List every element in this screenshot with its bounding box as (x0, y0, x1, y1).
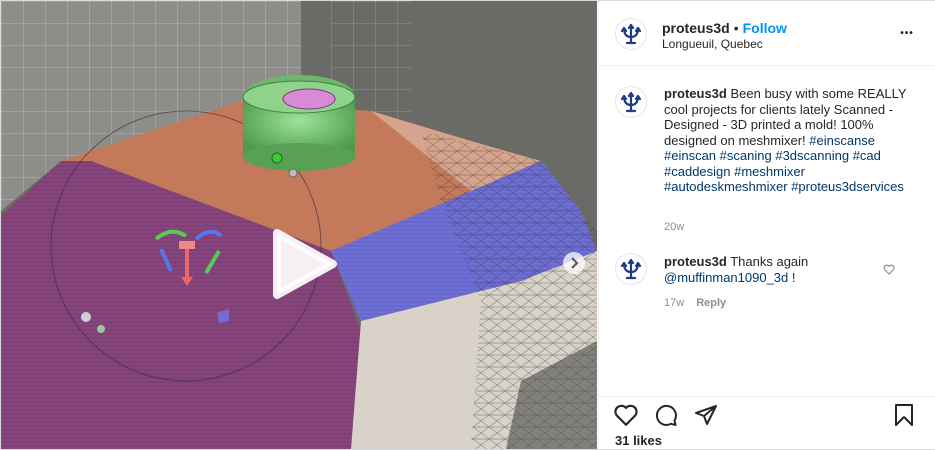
meshmixer-scene-image (1, 1, 597, 449)
hashtag[interactable]: #scaning (720, 148, 772, 163)
bookmark-icon (895, 404, 913, 426)
trident-logo-icon (620, 258, 642, 280)
like-count[interactable]: 31 likes (615, 433, 662, 448)
hashtag[interactable]: #einscan (664, 148, 716, 163)
avatar[interactable] (615, 253, 647, 285)
heart-icon (614, 404, 638, 426)
location-link[interactable]: Longueuil, Quebec (662, 37, 763, 51)
more-options-button[interactable]: ••• (897, 23, 917, 43)
save-button[interactable] (892, 403, 916, 432)
hashtag[interactable]: #3dscanning (775, 148, 849, 163)
post-media-video[interactable] (1, 1, 597, 449)
chevron-right-icon (571, 257, 579, 269)
like-button[interactable] (613, 403, 639, 432)
caption-text: proteus3d Been busy with some REALLY coo… (664, 86, 909, 195)
hashtag[interactable]: #einscanse (809, 133, 875, 148)
caption-timestamp[interactable]: 20w (664, 221, 684, 233)
next-media-button[interactable] (563, 252, 585, 274)
reply-button[interactable]: Reply (696, 297, 726, 309)
caption-username[interactable]: proteus3d (664, 86, 727, 101)
comment-username[interactable]: proteus3d (664, 254, 727, 269)
header-title: proteus3d • Follow (662, 20, 787, 36)
avatar[interactable] (615, 86, 647, 118)
trident-logo-icon (620, 23, 642, 45)
comment-meta: 17w Reply (664, 297, 726, 309)
more-dots-icon: ••• (900, 27, 914, 39)
comment-button[interactable] (653, 403, 679, 432)
hashtag[interactable]: #proteus3dservices (791, 179, 904, 194)
comment-text: proteus3d Thanks again @muffinman1090_3d… (664, 254, 869, 285)
comment-bubble-icon (655, 404, 677, 426)
hashtag[interactable]: #autodeskmeshmixer (664, 179, 788, 194)
comment-mention[interactable]: @muffinman1090_3d (664, 270, 788, 285)
heart-icon (883, 264, 895, 275)
post-side-panel: proteus3d • Follow Longueuil, Quebec ••• p… (598, 1, 935, 449)
comments-list: proteus3d Been busy with some REALLY coo… (599, 66, 935, 396)
comment-body: Thanks again (730, 254, 809, 269)
play-icon (273, 229, 337, 299)
avatar[interactable] (615, 18, 647, 50)
play-button[interactable] (269, 229, 339, 299)
trident-logo-icon (620, 91, 642, 113)
hashtag[interactable]: #caddesign (664, 164, 731, 179)
share-button[interactable] (694, 403, 718, 432)
hashtag[interactable]: #meshmixer (734, 164, 805, 179)
comment-suffix: ! (791, 269, 796, 285)
header-username[interactable]: proteus3d (662, 20, 730, 36)
follow-button[interactable]: Follow (743, 20, 787, 36)
paper-plane-icon (695, 405, 717, 425)
post-actions: 31 likes (599, 396, 935, 450)
hashtag[interactable]: #cad (853, 148, 881, 163)
comment-timestamp[interactable]: 17w (664, 297, 684, 309)
post-header: proteus3d • Follow Longueuil, Quebec ••• (599, 1, 935, 66)
header-separator: • (733, 20, 739, 36)
comment-like-button[interactable] (883, 262, 895, 280)
